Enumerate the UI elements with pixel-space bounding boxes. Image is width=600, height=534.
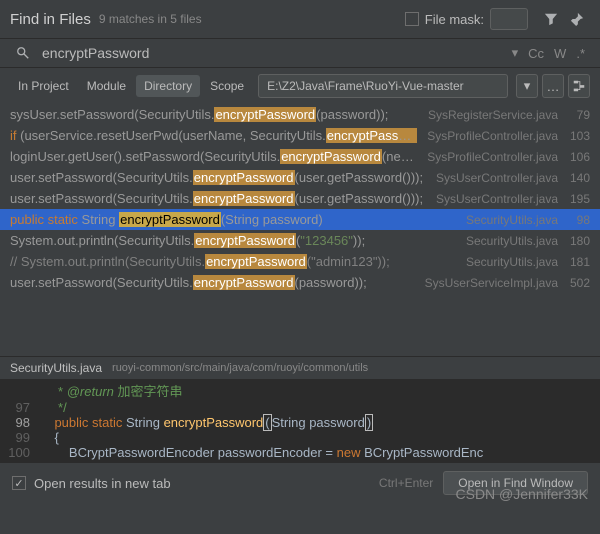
result-row[interactable]: public static String encryptPassword(Str…	[0, 209, 600, 230]
filemask-checkbox[interactable]	[405, 12, 419, 26]
result-row[interactable]: if (userService.resetUserPwd(userName, S…	[0, 125, 600, 146]
regex[interactable]: .*	[576, 46, 585, 61]
result-row[interactable]: // System.out.println(SecurityUtils.encr…	[0, 251, 600, 272]
match-summary: 9 matches in 5 files	[99, 12, 202, 26]
result-file: SysUserServiceImpl.java	[425, 276, 558, 290]
results-list: sysUser.setPassword(SecurityUtils.encryp…	[0, 104, 600, 356]
result-row[interactable]: user.setPassword(SecurityUtils.encryptPa…	[0, 272, 600, 293]
search-input[interactable]	[42, 45, 507, 61]
result-line: 195	[564, 192, 590, 206]
filter-icon[interactable]	[543, 11, 559, 27]
tab-scope[interactable]: Scope	[202, 75, 252, 97]
filemask-input[interactable]	[490, 8, 528, 30]
open-tab-label: Open results in new tab	[34, 476, 171, 491]
tab-project[interactable]: In Project	[10, 75, 77, 97]
pin-icon[interactable]	[569, 11, 585, 27]
result-line: 180	[564, 234, 590, 248]
result-line: 140	[564, 171, 590, 185]
result-row[interactable]: user.setPassword(SecurityUtils.encryptPa…	[0, 167, 600, 188]
dialog-title: Find in Files	[10, 11, 91, 28]
result-line: 98	[564, 213, 590, 227]
search-icon	[15, 45, 31, 61]
result-line: 79	[564, 108, 590, 122]
result-file: SysProfileController.java	[427, 129, 558, 143]
result-file: SysProfileController.java	[427, 150, 558, 164]
preview-filename: SecurityUtils.java	[10, 361, 102, 375]
tab-directory[interactable]: Directory	[136, 75, 200, 97]
preview-path: ruoyi-common/src/main/java/com/ruoyi/com…	[112, 362, 368, 374]
tree-button[interactable]	[568, 74, 590, 98]
result-file: SecurityUtils.java	[466, 255, 558, 269]
result-line: 106	[564, 150, 590, 164]
filemask-label: File mask:	[425, 12, 484, 27]
result-row[interactable]: sysUser.setPassword(SecurityUtils.encryp…	[0, 104, 600, 125]
browse-button[interactable]: …	[542, 74, 564, 98]
watermark: CSDN @Jennifer33K	[456, 486, 589, 502]
result-line: 181	[564, 255, 590, 269]
path-dropdown[interactable]: ▾	[516, 74, 538, 98]
words[interactable]: W	[554, 46, 566, 61]
shortcut-hint: Ctrl+Enter	[379, 476, 433, 490]
result-row[interactable]: user.setPassword(SecurityUtils.encryptPa…	[0, 188, 600, 209]
result-file: SecurityUtils.java	[466, 213, 558, 227]
directory-path[interactable]: E:\Z2\Java\Frame\RuoYi-Vue-master	[258, 74, 508, 98]
open-tab-checkbox[interactable]: ✓	[12, 476, 26, 490]
result-line: 502	[564, 276, 590, 290]
result-file: SecurityUtils.java	[466, 234, 558, 248]
preview-editor[interactable]: * @return 加密字符串97 */98 public static Str…	[0, 379, 600, 462]
result-row[interactable]: loginUser.getUser().setPassword(Security…	[0, 146, 600, 167]
result-file: SysUserController.java	[436, 192, 558, 206]
result-line: 103	[564, 129, 590, 143]
result-file: SysUserController.java	[436, 171, 558, 185]
result-file: SysRegisterService.java	[428, 108, 558, 122]
tab-module[interactable]: Module	[79, 75, 134, 97]
match-case[interactable]: Cc	[528, 46, 544, 61]
dropdown-icon[interactable]: ▾	[512, 45, 519, 61]
result-row[interactable]: System.out.println(SecurityUtils.encrypt…	[0, 230, 600, 251]
